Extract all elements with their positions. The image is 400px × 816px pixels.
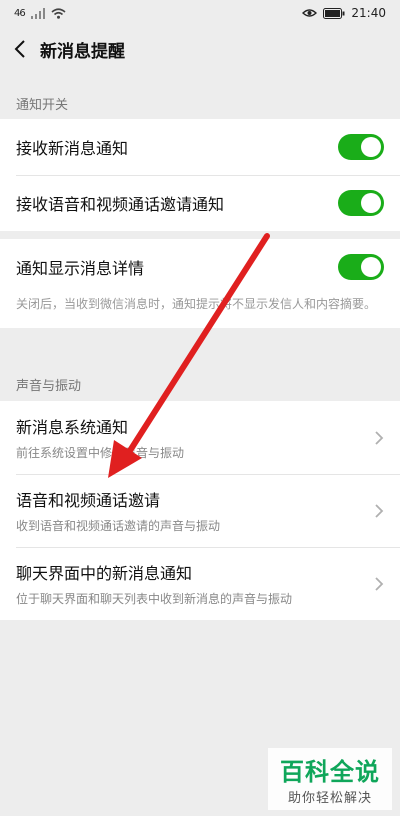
- back-button[interactable]: [0, 26, 40, 72]
- receive-call-invite-toggle[interactable]: [338, 190, 384, 216]
- clock: 21:40: [351, 6, 386, 20]
- row-label: 接收新消息通知: [16, 139, 129, 158]
- link-title: 语音和视频通话邀请: [16, 491, 161, 510]
- notification-switch-card: 接收新消息通知 接收语音和视频通话邀请通知: [0, 119, 400, 231]
- watermark-title: 百科全说: [280, 758, 380, 786]
- page-title: 新消息提醒: [40, 41, 125, 62]
- link-title: 聊天界面中的新消息通知: [16, 564, 193, 583]
- sound-card: 新消息系统通知 前往系统设置中修改声音与振动 语音和视频通话邀请 收到语音和视频…: [0, 401, 400, 620]
- wifi-icon: [51, 7, 66, 19]
- chevron-right-icon: [375, 503, 384, 518]
- receive-new-message-toggle[interactable]: [338, 134, 384, 160]
- row-receive-new-message: 接收新消息通知: [0, 119, 400, 175]
- watermark-subtitle: 助你轻松解决: [287, 791, 372, 806]
- signal-icon: [30, 7, 45, 19]
- detail-description: 关闭后，当收到微信消息时，通知提示将不显示发信人和内容摘要。: [16, 297, 377, 311]
- network-type: 46: [14, 7, 26, 19]
- row-show-message-detail: 通知显示消息详情: [0, 239, 400, 295]
- link-subtitle: 收到语音和视频通话邀请的声音与振动: [16, 519, 221, 533]
- row-label: 通知显示消息详情: [16, 259, 145, 278]
- chevron-right-icon: [375, 576, 384, 591]
- row-label: 接收语音和视频通话邀请通知: [16, 195, 225, 214]
- show-message-detail-toggle[interactable]: [338, 254, 384, 280]
- nav-bar: 新消息提醒: [0, 26, 400, 72]
- chevron-right-icon: [375, 430, 384, 445]
- back-arrow-icon: [14, 40, 25, 58]
- link-row-chat-notification[interactable]: 聊天界面中的新消息通知 位于聊天界面和聊天列表中收到新消息的声音与振动: [0, 547, 400, 620]
- status-bar: 46 21:40: [0, 0, 400, 26]
- row-receive-call-invite: 接收语音和视频通话邀请通知: [0, 175, 400, 231]
- section-header-notification: 通知开关: [16, 97, 69, 113]
- link-row-call-invite[interactable]: 语音和视频通话邀请 收到语音和视频通话邀请的声音与振动: [0, 474, 400, 547]
- message-detail-card: 通知显示消息详情 关闭后，当收到微信消息时，通知提示将不显示发信人和内容摘要。: [0, 239, 400, 328]
- link-subtitle: 前往系统设置中修改声音与振动: [16, 446, 185, 460]
- watermark-logo: 百科全说 助你轻松解决: [268, 748, 392, 810]
- section-header-sound: 声音与振动: [16, 378, 82, 394]
- battery-icon: [323, 7, 345, 19]
- link-row-system-notification[interactable]: 新消息系统通知 前往系统设置中修改声音与振动: [0, 401, 400, 474]
- eye-icon: [302, 9, 318, 17]
- link-title: 新消息系统通知: [16, 418, 129, 437]
- link-subtitle: 位于聊天界面和聊天列表中收到新消息的声音与振动: [16, 592, 293, 606]
